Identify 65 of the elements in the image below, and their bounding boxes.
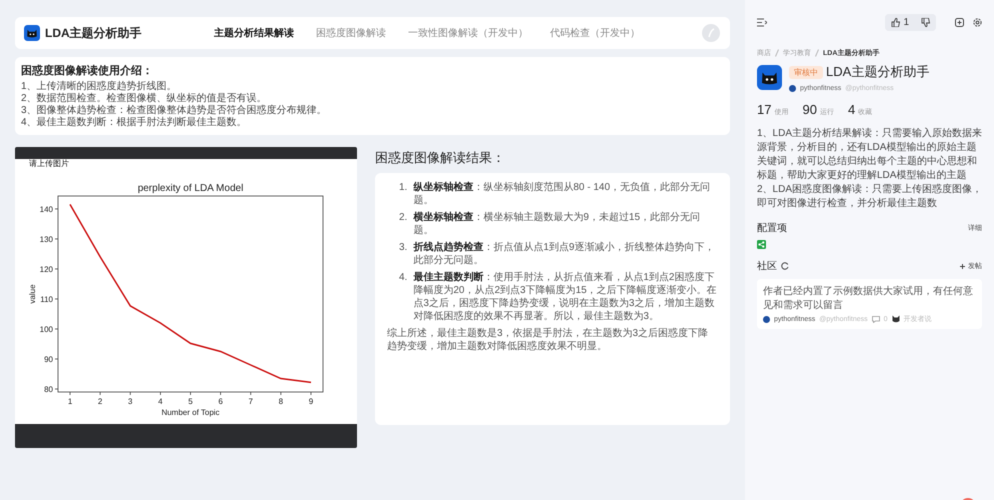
add-square-icon[interactable] [955, 18, 964, 26]
intro-step: 3、图像整体趋势检查：检查图像整体趋势是否符合困惑度分布规律。 [21, 105, 722, 117]
comment-icon [872, 316, 880, 322]
app-title: LDA主题分析助手 [826, 63, 930, 81]
x-tick-label: 6 [218, 397, 223, 406]
y-tick-label: 90 [44, 354, 53, 364]
section-title: 配置项 [757, 222, 787, 235]
stat-value: 17 [757, 102, 772, 117]
app-name: LDA主题分析助手 [45, 24, 142, 42]
y-tick-label: 80 [44, 385, 53, 394]
list-number: 4. [399, 271, 408, 285]
thumbs-down-icon [921, 18, 930, 26]
x-tick-label: 8 [278, 397, 284, 406]
x-tick-label: 3 [128, 397, 132, 406]
list-number: 1. [399, 181, 408, 195]
result-title: 困惑度图像解读结果： [375, 149, 506, 167]
robot-logo-icon [24, 25, 40, 41]
nav-tab[interactable]: 主题分析结果解读 [214, 22, 294, 44]
thumbs-up-icon [891, 18, 900, 26]
user-avatar-icon [789, 85, 796, 92]
intro-step: 2、数据范围检查。检查图像横、纵坐标的值是否有误。 [21, 93, 722, 105]
y-tick-label: 110 [40, 294, 53, 304]
stat-value: 4 [848, 102, 856, 117]
y-axis-label: value [28, 284, 37, 304]
x-tick-label: 7 [248, 397, 253, 406]
slash-icon [815, 49, 819, 57]
result-item: 横坐标轴检查：横坐标轴主题数最大为9，未超过15，此部分无问题。 [413, 211, 702, 237]
status-badge: 审核中 [789, 66, 823, 78]
slash-icon [775, 49, 779, 57]
list-number: 2. [399, 211, 408, 225]
nav-tab[interactable]: 代码检查（开发中） [550, 22, 640, 44]
nav-tab[interactable]: 困惑度图像解读 [316, 22, 386, 44]
stat-value: 90 [802, 102, 817, 117]
y-tick-label: 130 [40, 234, 53, 244]
x-tick-label: 4 [158, 397, 163, 406]
y-tick-label: 100 [40, 324, 53, 334]
app-description: 1、LDA主题分析结果解读：只需要输入原始数据来源背景，分析目的，还有LDA模型输出的原始主题关键词，就可以总结归纳出每个主题的中心思想和标题，帮助大家更好的理解LDA模型输出的主题 2、LDA困惑度图像解读：只需要上传困惑度图像，即可对图像进行检查，并分析最佳主题数 [757, 127, 982, 211]
robot-logo-icon [757, 65, 782, 90]
y-tick-label: 140 [40, 204, 53, 214]
list-number: 3. [399, 241, 408, 255]
user-avatar-icon [763, 316, 770, 322]
share-icon[interactable] [757, 240, 766, 249]
post-text: 作者已经内置了示例数据供大家试用，有任何意见和需求可以留言 [763, 284, 974, 312]
cat-icon [892, 315, 900, 323]
refresh-icon[interactable] [781, 262, 789, 270]
nav-tab[interactable]: 一致性图像解读（开发中） [408, 22, 528, 44]
result-item: 纵坐标轴检查：纵坐标轴刻度范围从80 - 140，无负值，此部分无问题。 [413, 181, 712, 207]
upload-label: 请上传图片 [15, 159, 357, 169]
intro-step: 4、最佳主题数判断：根据手肘法判断最佳主题数。 [21, 117, 722, 129]
section-title: 社区 [757, 260, 777, 273]
x-axis-label: Number of Topic [161, 408, 220, 417]
chart-title: perplexity of LDA Model [138, 183, 244, 194]
y-tick-label: 120 [40, 264, 53, 274]
collapse-menu-icon[interactable] [757, 18, 767, 26]
x-tick-label: 1 [68, 397, 72, 406]
result-summary: 综上所述，最佳主题数是3，依据是手肘法，在主题数为3之后困惑度下降趋势变缓，增加主题数对降低困惑度效果不明显。 [387, 327, 710, 353]
x-tick-label: 2 [98, 397, 102, 406]
intro-step: 1、上传清晰的困惑度趋势折线图。 [21, 81, 722, 93]
x-tick-label: 5 [188, 397, 193, 406]
settings-icon[interactable] [973, 18, 982, 26]
result-item: 折线点趋势检查：折点值从点1到点9逐渐减小，折线整体趋势向下，此部分无问题。 [413, 241, 716, 267]
result-item: 最佳主题数判断：使用手肘法，从折点值来看，从点1到点2困惑度下降幅度为20，从点2到点3下降幅度为15，之后下降幅度逐渐变小。在点3之后，困惑度下降趋势变缓，说明在主题数为3之后，增加主题数对降低困惑度的效果不再显著。所以，最佳主题数为3。 [413, 271, 718, 323]
x-tick-label: 9 [308, 397, 314, 406]
plus-icon [960, 264, 965, 268]
intro-title: 困惑度图像解读使用介绍： [21, 64, 154, 78]
